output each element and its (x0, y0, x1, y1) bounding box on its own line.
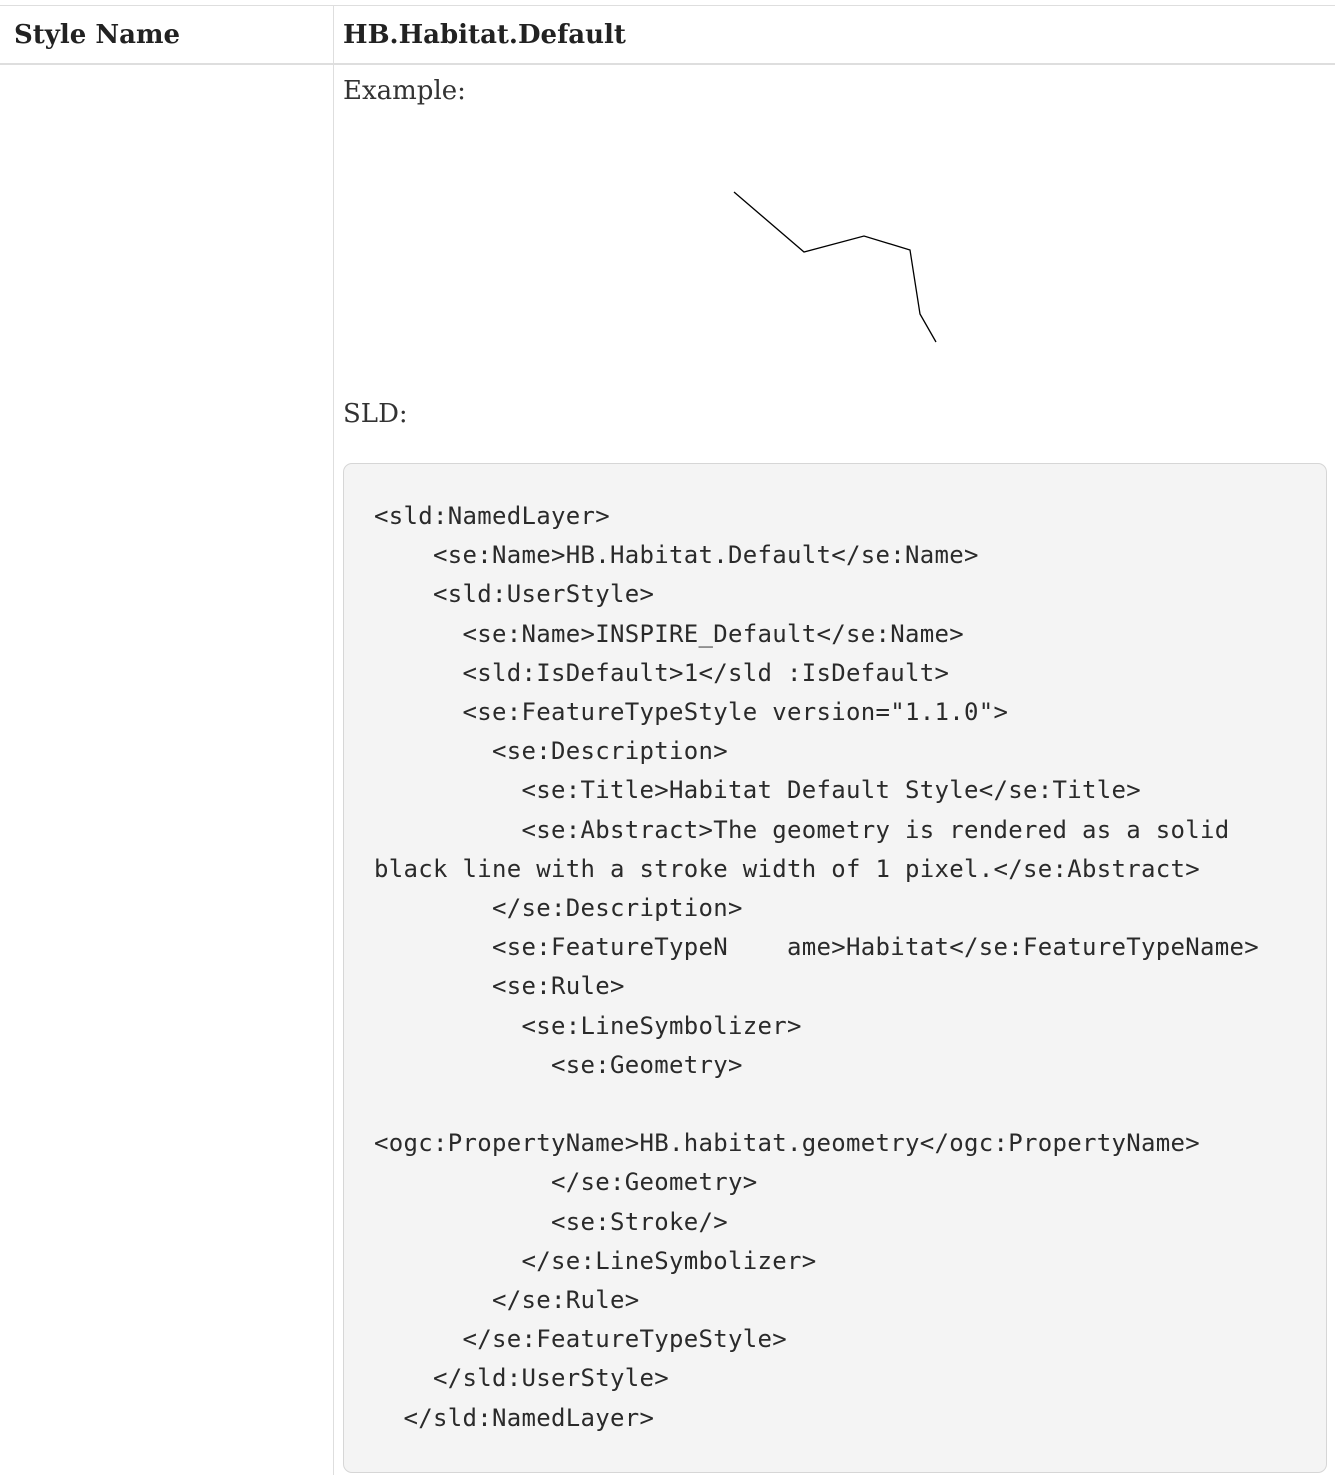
table-header-border (0, 63, 1335, 65)
example-line-path (733, 191, 937, 343)
example-label: Example: (343, 76, 466, 106)
table-top-border (0, 5, 1335, 6)
header-style-name: Style Name (14, 20, 181, 50)
sld-code-block: <sld:NamedLayer> <se:Name>HB.Habitat.Def… (343, 463, 1327, 1473)
example-line-image (733, 191, 937, 343)
sld-code-text: <sld:NamedLayer> <se:Name>HB.Habitat.Def… (374, 502, 1259, 1432)
header-style-value: HB.Habitat.Default (343, 20, 626, 50)
table-column-divider (333, 5, 334, 1475)
sld-label: SLD: (343, 399, 408, 429)
